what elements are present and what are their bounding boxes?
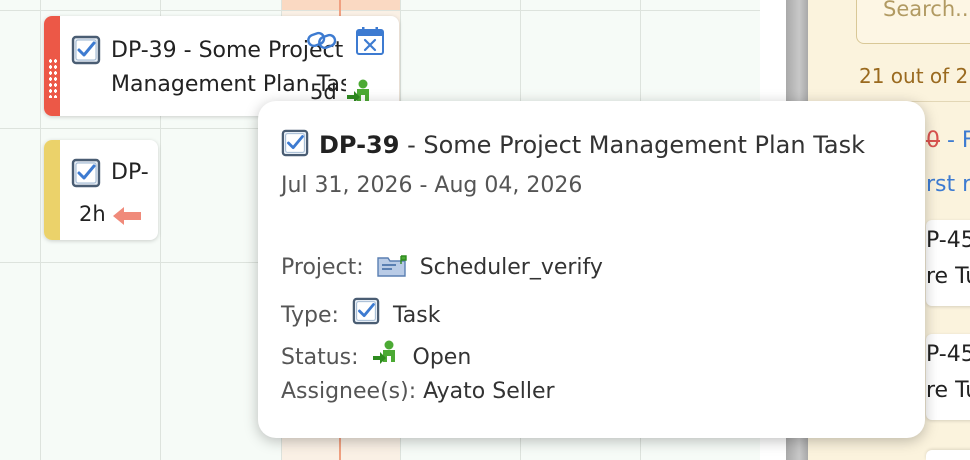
search-input[interactable]: Search... — [856, 0, 970, 44]
list-item[interactable] — [926, 450, 970, 460]
tooltip-title: DP-39 - Some Project Management Plan Tas… — [281, 129, 865, 163]
task-card[interactable]: DP- 2h — [44, 140, 158, 240]
link-icon[interactable] — [306, 27, 338, 57]
list-item-name: re Tu — [926, 264, 970, 289]
task-checkbox-icon — [71, 35, 101, 69]
status-value: Open — [412, 345, 472, 370]
priority-stripe — [44, 140, 60, 240]
list-item-code: P-45 — [926, 342, 970, 367]
calendar-x-icon[interactable] — [355, 26, 385, 60]
list-item[interactable]: P-45 re Tu — [926, 220, 970, 306]
task-name: Some Project Management Plan Task — [423, 131, 866, 159]
task-checkbox-icon — [281, 129, 309, 163]
fragment-link: - F — [946, 128, 970, 153]
status-label: Status: — [281, 345, 359, 370]
project-folder-icon — [376, 255, 407, 283]
task-tooltip: DP-39 - Some Project Management Plan Tas… — [258, 101, 925, 438]
list-item-fragment[interactable]: 0 - F — [926, 128, 970, 153]
drag-handle[interactable] — [48, 58, 58, 98]
type-row: Type: Task — [281, 297, 440, 331]
task-checkbox-icon — [352, 297, 380, 331]
status-row: Status: Open — [281, 339, 471, 373]
project-value: Scheduler_verify — [419, 255, 603, 280]
assignee-value: Ayato Seller — [423, 379, 555, 404]
status-open-icon — [372, 339, 400, 373]
list-item-link[interactable]: rst ru — [926, 172, 970, 197]
type-value: Task — [392, 303, 441, 328]
grid-line — [40, 0, 41, 460]
task-date-range: Jul 31, 2026 - Aug 04, 2026 — [281, 173, 583, 198]
struck-value: 0 — [926, 128, 940, 153]
task-duration: 2h — [79, 202, 106, 226]
task-checkbox-icon — [71, 158, 101, 192]
result-count: 21 out of 2 — [859, 64, 969, 88]
list-item[interactable]: P-45 re Tu — [926, 334, 970, 420]
assignee-label: Assignee(s): — [281, 379, 417, 404]
type-label: Type: — [281, 303, 339, 328]
list-item-code: P-45 — [926, 228, 970, 253]
project-row: Project: Scheduler_verify — [281, 255, 603, 283]
task-code: DP-39 — [319, 131, 400, 159]
task-title: DP- — [111, 160, 149, 185]
list-item-name: re Tu — [926, 378, 970, 403]
grid-line — [0, 10, 786, 11]
project-label: Project: — [281, 255, 364, 280]
assignee-row: Assignee(s): Ayato Seller — [281, 379, 555, 404]
left-arrow-icon — [112, 206, 142, 230]
